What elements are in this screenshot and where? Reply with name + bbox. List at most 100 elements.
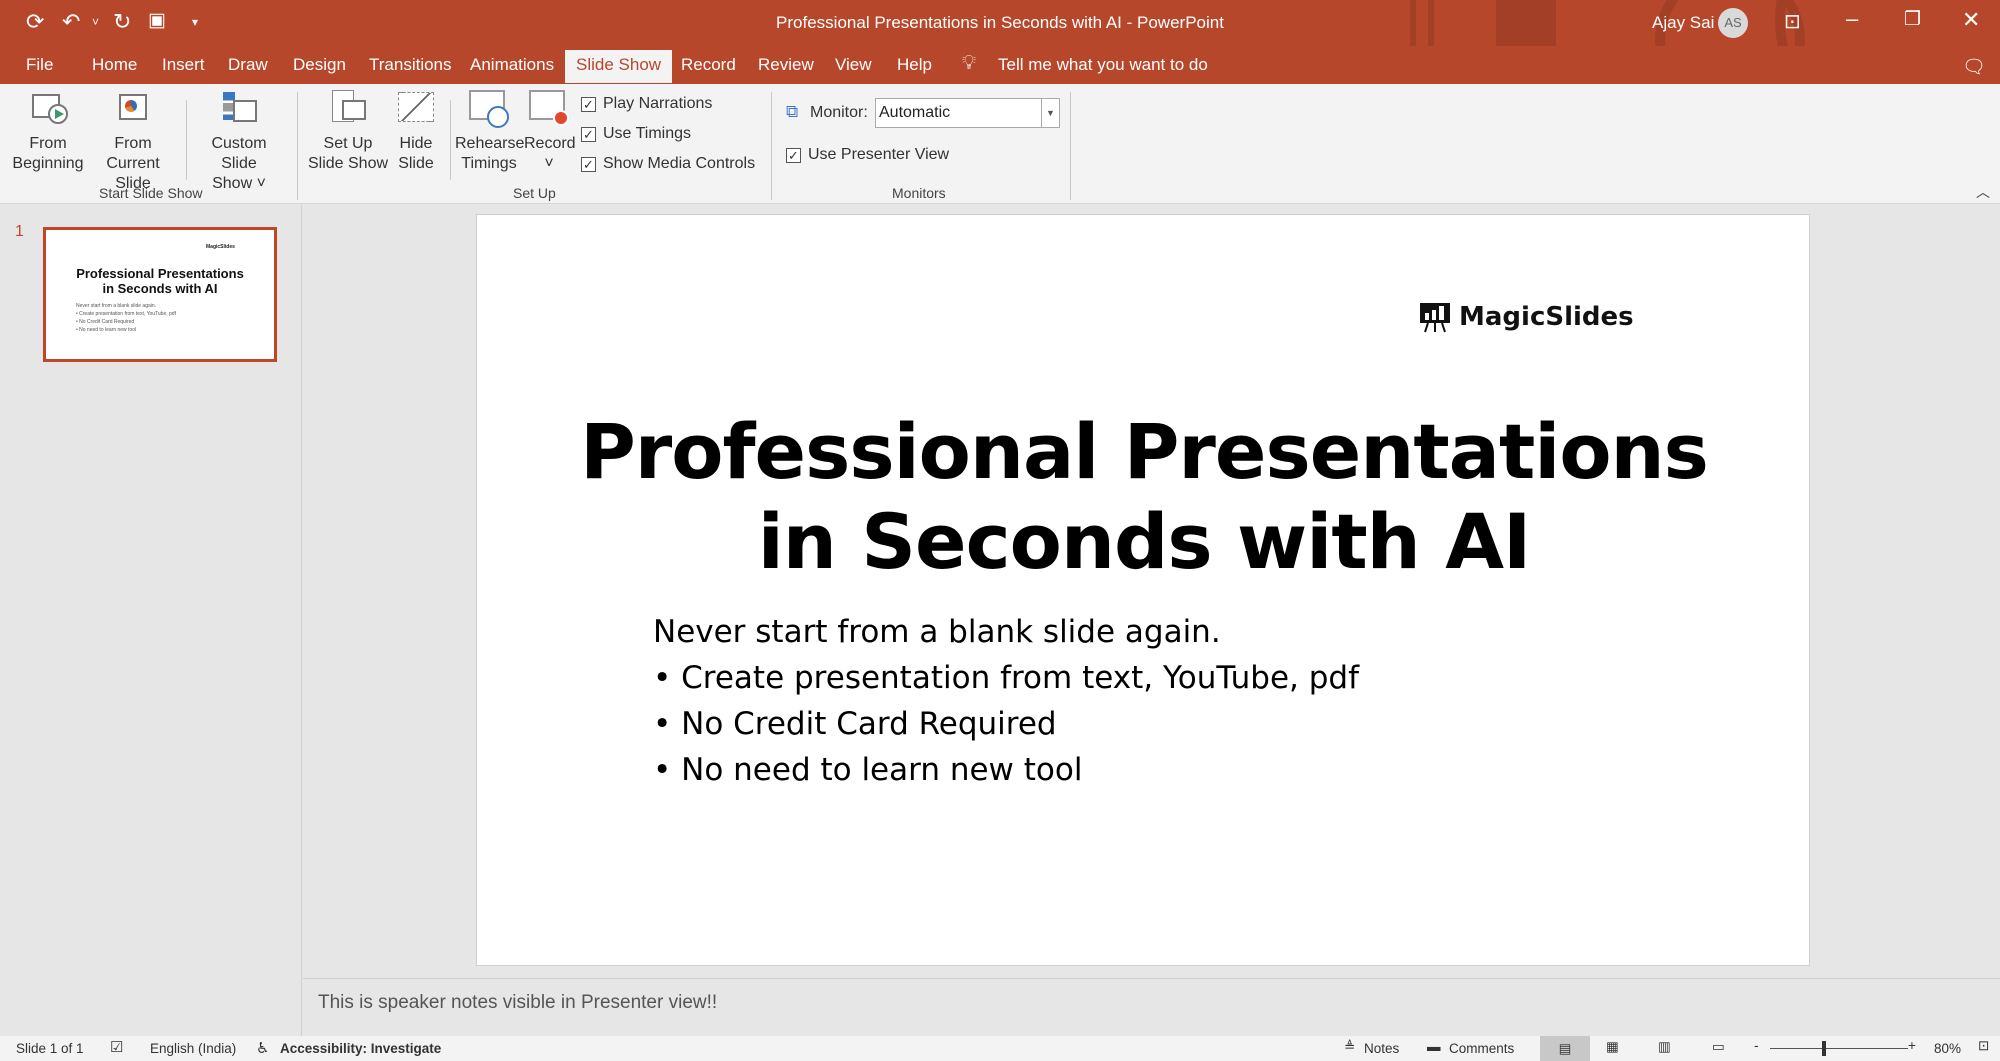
- tab-animations[interactable]: Animations: [470, 55, 554, 75]
- thumb-body: Never start from a blank slide again. • C…: [76, 302, 176, 334]
- spelling-check-icon[interactable]: ☑: [110, 1038, 123, 1056]
- thumb-line: Never start from a blank slide again.: [76, 303, 157, 309]
- custom-slide-show-button[interactable]: Custom Slide Show ˅: [192, 84, 286, 194]
- tab-view[interactable]: View: [835, 55, 872, 75]
- bullet-item: • No Credit Card Required: [653, 706, 1057, 742]
- record-icon: [529, 90, 569, 130]
- status-bar: Slide 1 of 1 ☑ English (India) ♿︎ Access…: [0, 1036, 2000, 1061]
- reading-view-icon[interactable]: ▥: [1658, 1039, 1671, 1055]
- group-label-start-slide-show: Start Slide Show: [99, 185, 203, 201]
- tab-help[interactable]: Help: [897, 55, 932, 75]
- monitor-select[interactable]: Automatic ▼: [875, 98, 1060, 128]
- slide-number: 1: [15, 223, 24, 240]
- accessibility-status[interactable]: Accessibility: Investigate: [280, 1041, 441, 1056]
- tab-slide-show[interactable]: Slide Show: [565, 50, 673, 83]
- rehearse-timings-icon: [469, 90, 509, 130]
- hide-slide-button[interactable]: Hide Slide: [392, 84, 440, 174]
- set-up-slide-show-button[interactable]: Set Up Slide Show: [306, 84, 390, 174]
- notes-button[interactable]: Notes: [1364, 1041, 1399, 1056]
- zoom-slider-thumb[interactable]: [1821, 1041, 1826, 1056]
- logo-text: MagicSlides: [1459, 302, 1634, 332]
- thumb-line: • No need to learn new tool: [76, 327, 137, 333]
- play-narrations-checkbox[interactable]: ✓ Play Narrations: [581, 95, 712, 113]
- ribbon-tabs: File Home Insert Draw Design Transitions…: [0, 46, 2000, 84]
- tab-file[interactable]: File: [26, 55, 53, 75]
- title-line: in Seconds with AI: [757, 497, 1532, 586]
- bullet-item: • No need to learn new tool: [653, 752, 1083, 788]
- dropdown-arrow-icon[interactable]: ▼: [1041, 99, 1059, 127]
- label: Custom Slide: [211, 135, 267, 172]
- monitor-label: Monitor:: [810, 104, 868, 121]
- slide-sorter-icon[interactable]: ▦: [1606, 1039, 1619, 1055]
- thumb-title: Professional Presentations in Seconds wit…: [46, 266, 274, 296]
- title-line: Professional Presentations: [580, 407, 1709, 496]
- tab-transitions[interactable]: Transitions: [369, 55, 452, 75]
- label: Timings: [461, 155, 517, 172]
- rehearse-timings-button[interactable]: Rehearse Timings: [455, 84, 525, 174]
- use-presenter-view-checkbox[interactable]: ✓ Use Presenter View: [786, 146, 949, 164]
- from-current-slide-button[interactable]: From Current Slide: [88, 84, 178, 194]
- hide-slide-icon: [396, 90, 436, 130]
- tab-design[interactable]: Design: [293, 55, 346, 75]
- divider: [1070, 92, 1071, 200]
- normal-view-button[interactable]: ▤: [1540, 1036, 1590, 1061]
- tab-record[interactable]: Record: [681, 55, 736, 75]
- label: Play Narrations: [603, 95, 713, 112]
- divider: [771, 92, 772, 200]
- show-media-controls-checkbox[interactable]: ✓ Show Media Controls: [581, 155, 755, 173]
- fit-to-window-icon[interactable]: ⊡: [1978, 1038, 1989, 1054]
- comments-icon: ▬: [1427, 1039, 1441, 1054]
- thumb-line: • No Credit Card Required: [76, 319, 135, 325]
- comments-icon[interactable]: 🗨︎: [1962, 55, 1986, 79]
- slide-canvas[interactable]: MagicSlides Professional Presentations i…: [476, 214, 1810, 966]
- check-icon: ✓: [581, 126, 596, 142]
- ribbon-display-icon[interactable]: ⊡: [1784, 9, 1801, 34]
- avatar[interactable]: AS: [1718, 8, 1748, 38]
- collapse-ribbon-icon[interactable]: ︿: [1976, 182, 1990, 202]
- tab-insert[interactable]: Insert: [162, 55, 205, 75]
- monitor-icon: ⧉: [786, 102, 799, 121]
- tell-me-search[interactable]: Tell me what you want to do: [998, 55, 1208, 75]
- thumb-line: • Create presentation from text, YouTube…: [76, 311, 176, 317]
- tab-draw[interactable]: Draw: [228, 55, 268, 75]
- notes-icon: ≜: [1344, 1039, 1356, 1054]
- slide-title[interactable]: Professional Presentations in Seconds wi…: [477, 407, 1811, 587]
- restore-icon[interactable]: ❐: [1904, 8, 1921, 31]
- user-name[interactable]: Ajay Sai: [1652, 13, 1714, 33]
- lightbulb-icon: 💡︎: [962, 52, 976, 74]
- label: Set Up: [323, 135, 373, 152]
- slide-thumbnail-1[interactable]: MagicSlides Professional Presentations in…: [43, 227, 277, 362]
- label: Hide: [399, 135, 433, 152]
- close-icon[interactable]: ✕: [1962, 7, 1980, 33]
- label: Show ˅: [212, 175, 266, 192]
- divider: [297, 92, 298, 200]
- slide-body[interactable]: Never start from a blank slide again. • …: [653, 609, 1359, 793]
- from-beginning-button[interactable]: From Beginning: [10, 84, 86, 174]
- minimize-icon[interactable]: –: [1846, 6, 1858, 32]
- zoom-out-button[interactable]: -: [1754, 1038, 1759, 1053]
- group-label-monitors: Monitors: [892, 185, 946, 201]
- use-timings-checkbox[interactable]: ✓ Use Timings: [581, 125, 691, 143]
- label: Use Timings: [603, 125, 692, 142]
- set-up-slide-show-icon: [328, 90, 368, 130]
- label: Rehearse: [455, 135, 525, 152]
- zoom-level[interactable]: 80%: [1934, 1041, 1961, 1056]
- thumb-title-line: Professional Presentations: [76, 266, 244, 281]
- zoom-in-button[interactable]: +: [1908, 1038, 1916, 1053]
- tab-home[interactable]: Home: [92, 55, 137, 75]
- language[interactable]: English (India): [150, 1041, 236, 1056]
- speaker-notes-text[interactable]: This is speaker notes visible in Present…: [318, 992, 717, 1014]
- record-button[interactable]: Record ˅: [524, 84, 576, 174]
- ribbon: From Beginning From Current Slide Custom S…: [0, 84, 2000, 204]
- zoom-slider[interactable]: [1770, 1048, 1908, 1049]
- accessibility-icon: ♿︎: [256, 1040, 270, 1057]
- check-icon: ✓: [581, 156, 596, 172]
- slide-show-icon[interactable]: ▭: [1712, 1039, 1725, 1055]
- bullet-item: • Create presentation from text, YouTube…: [653, 660, 1359, 696]
- logo-icon: [1420, 303, 1450, 333]
- thumb-logo: MagicSlides: [206, 244, 235, 250]
- divider: [186, 100, 187, 180]
- comments-button[interactable]: Comments: [1449, 1041, 1514, 1056]
- tab-review[interactable]: Review: [758, 55, 814, 75]
- speaker-notes-pane[interactable]: This is speaker notes visible in Present…: [303, 978, 2000, 1036]
